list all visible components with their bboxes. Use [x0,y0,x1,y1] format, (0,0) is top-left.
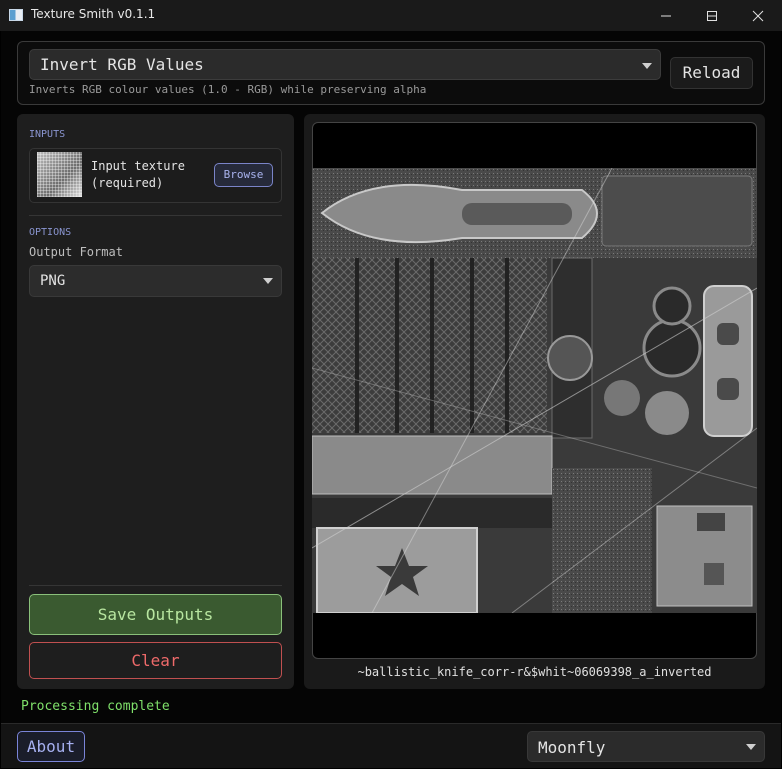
output-format-value: PNG [40,273,66,289]
app-icon [9,9,23,21]
maximize-icon [707,10,717,21]
output-format-label: Output Format [29,245,123,259]
window-title: Texture Smith v0.1.1 [31,7,156,21]
preview-filename: ~ballistic_knife_corr-r&$whit~06069398_a… [357,665,712,679]
inputs-section-label: INPUTS [29,129,66,140]
about-button[interactable]: About [17,731,85,762]
theme-dropdown[interactable]: Moonfly [527,731,765,762]
minimize-icon [661,15,671,16]
clear-button[interactable]: Clear [29,642,282,679]
maximize-button[interactable] [689,0,735,31]
minimize-button-area[interactable] [643,0,689,31]
texture-preview-graphic [312,168,757,613]
theme-value: Moonfly [538,738,606,757]
divider [29,215,282,216]
input-texture-label-line1: Input texture [91,159,185,173]
input-texture-label-line2: (required) [91,176,164,190]
operation-value: Invert RGB Values [40,55,204,74]
output-format-dropdown[interactable]: PNG [29,265,282,297]
preview-image [312,168,757,613]
input-texture-label: Input texture (required) [91,158,185,192]
chevron-down-icon [746,744,756,750]
input-texture-thumbnail [37,152,82,197]
chevron-down-icon [642,63,652,69]
divider [29,585,282,586]
reload-button[interactable]: Reload [670,57,753,89]
options-section-label: OPTIONS [29,227,72,238]
status-text: Processing complete [21,699,170,714]
close-button[interactable] [735,0,781,31]
operation-description: Inverts RGB colour values (1.0 - RGB) wh… [29,83,427,96]
browse-button[interactable]: Browse [214,163,273,187]
chevron-down-icon [263,278,273,284]
save-outputs-button[interactable]: Save Outputs [29,594,282,635]
operation-dropdown[interactable]: Invert RGB Values [29,49,661,80]
close-icon [752,10,764,21]
